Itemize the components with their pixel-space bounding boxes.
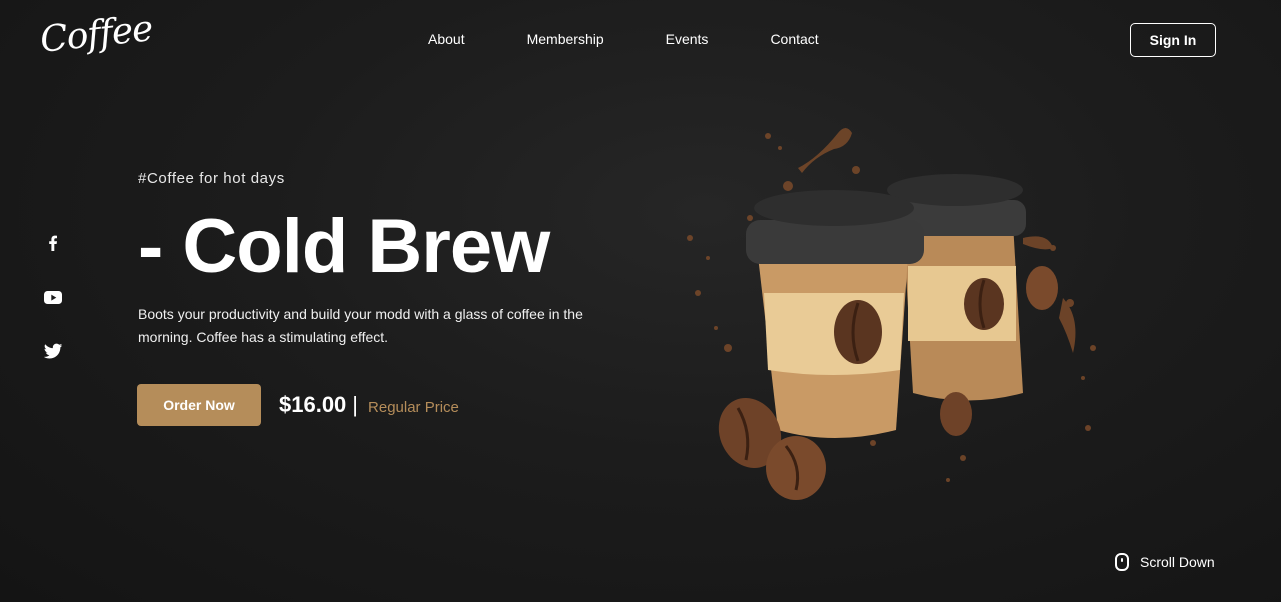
hero-tagline: #Coffee for hot days <box>138 170 285 187</box>
social-links <box>42 232 64 394</box>
mouse-icon <box>1115 553 1129 571</box>
nav-item-membership[interactable]: Membership <box>527 31 604 47</box>
price-separator: | <box>352 392 359 417</box>
nav-item-contact[interactable]: Contact <box>770 31 818 47</box>
scroll-down[interactable]: Scroll Down <box>1114 553 1215 571</box>
scroll-down-label: Scroll Down <box>1140 554 1215 570</box>
coffee-cups-illustration <box>687 128 1096 500</box>
main-nav: About Membership Events Contact <box>428 31 881 47</box>
hero-headline: - Cold Brew <box>138 204 550 289</box>
hero-description: Boots your productivity and build your m… <box>138 306 583 345</box>
front-cup <box>746 190 924 438</box>
twitter-icon[interactable] <box>42 340 64 362</box>
sign-in-button[interactable]: Sign In <box>1130 23 1216 57</box>
facebook-icon[interactable] <box>42 232 64 254</box>
price-value: $16.00 <box>279 392 347 417</box>
logo[interactable]: Coffee <box>38 8 154 61</box>
price-row: $16.00 | Regular Price <box>279 392 459 418</box>
nav-item-events[interactable]: Events <box>666 31 709 47</box>
order-now-button[interactable]: Order Now <box>137 384 261 426</box>
regular-price-label: Regular Price <box>368 399 459 416</box>
youtube-icon[interactable] <box>42 286 64 308</box>
nav-item-about[interactable]: About <box>428 31 465 47</box>
